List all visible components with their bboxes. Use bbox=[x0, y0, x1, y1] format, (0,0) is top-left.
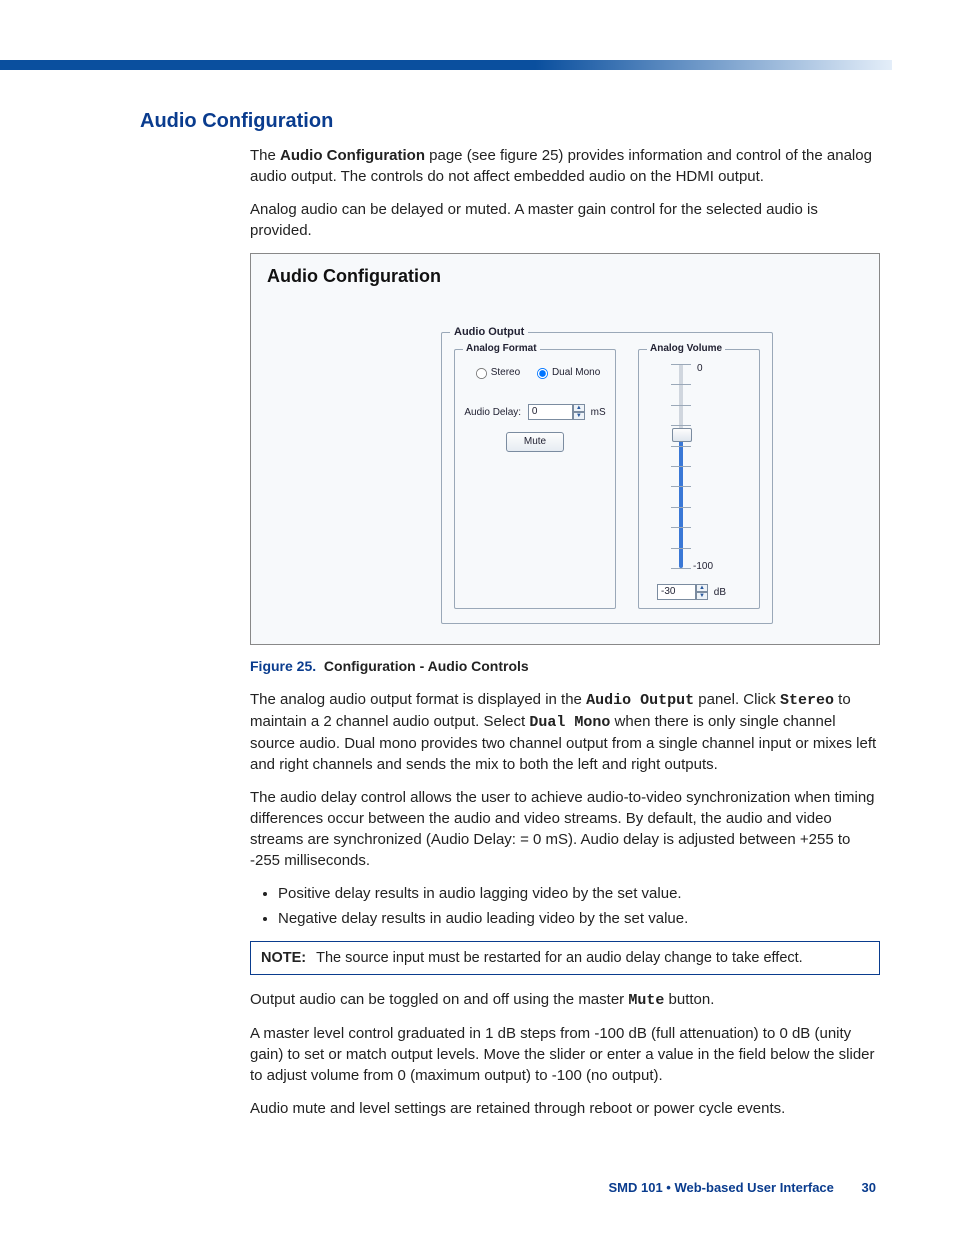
list-item: Positive delay results in audio lagging … bbox=[278, 883, 880, 904]
intro-paragraph-1: The Audio Configuration page (see figure… bbox=[250, 145, 880, 187]
slider-thumb[interactable] bbox=[672, 428, 692, 442]
volume-min-label: -100 bbox=[693, 560, 713, 574]
text: Output audio can be toggled on and off u… bbox=[250, 991, 628, 1008]
volume-slider[interactable] bbox=[661, 364, 701, 568]
note-box: NOTE: The source input must be restarted … bbox=[250, 941, 880, 975]
paragraph-delay: The audio delay control allows the user … bbox=[250, 787, 880, 871]
slider-ticks bbox=[671, 364, 691, 568]
header-bar bbox=[0, 60, 892, 70]
volume-input[interactable]: -30 bbox=[657, 584, 696, 600]
page-footer: SMD 101 • Web-based User Interface 30 bbox=[609, 1180, 877, 1195]
audio-delay-row: Audio Delay: 0▲▼ mS bbox=[455, 404, 615, 420]
audio-delay-stepper[interactable]: ▲▼ bbox=[573, 404, 585, 420]
paragraph-level: A master level control graduated in 1 dB… bbox=[250, 1023, 880, 1086]
mono-text: Mute bbox=[628, 992, 664, 1009]
note-text: The source input must be restarted for a… bbox=[316, 950, 803, 966]
figure-number: Figure 25. bbox=[250, 658, 316, 674]
list-item: Negative delay results in audio leading … bbox=[278, 908, 880, 929]
delay-bullets: Positive delay results in audio lagging … bbox=[250, 883, 880, 929]
analog-volume-label: Analog Volume bbox=[647, 342, 725, 356]
page-number: 30 bbox=[862, 1180, 876, 1195]
text: The bbox=[250, 147, 280, 164]
audio-config-screenshot: Audio Configuration Audio Output Analog … bbox=[250, 253, 880, 645]
radio-stereo[interactable]: Stereo bbox=[470, 367, 520, 378]
analog-volume-group: Analog Volume 0 bbox=[638, 349, 760, 609]
paragraph-format: The analog audio output format is displa… bbox=[250, 689, 880, 775]
section-heading: Audio Configuration bbox=[140, 110, 880, 133]
chevron-down-icon[interactable]: ▼ bbox=[573, 412, 585, 420]
mono-text: Audio Output bbox=[586, 692, 694, 709]
paragraph-mute: Output audio can be toggled on and off u… bbox=[250, 989, 880, 1011]
mute-button[interactable]: Mute bbox=[506, 432, 564, 452]
mono-text: Stereo bbox=[780, 692, 834, 709]
figure-title: Configuration - Audio Controls bbox=[324, 658, 529, 674]
group-label: Audio Output bbox=[450, 325, 528, 340]
format-radios: Stereo Dual Mono bbox=[455, 364, 615, 380]
audio-delay-unit: mS bbox=[591, 407, 606, 418]
radio-dualmono[interactable]: Dual Mono bbox=[531, 367, 600, 378]
analog-format-group: Analog Format Stereo Dual Mono Audio Del… bbox=[454, 349, 616, 609]
text: The analog audio output format is displa… bbox=[250, 691, 586, 708]
mono-text: Dual Mono bbox=[529, 714, 610, 731]
bold-text: Audio Configuration bbox=[280, 147, 425, 164]
radio-stereo-input[interactable] bbox=[476, 368, 487, 379]
audio-delay-input[interactable]: 0 bbox=[528, 404, 573, 420]
radio-stereo-label: Stereo bbox=[491, 367, 520, 378]
audio-delay-label: Audio Delay: bbox=[464, 407, 521, 418]
volume-stepper[interactable]: ▲▼ bbox=[696, 584, 708, 600]
radio-dualmono-input[interactable] bbox=[537, 368, 548, 379]
chevron-up-icon[interactable]: ▲ bbox=[573, 404, 585, 412]
audio-output-group: Audio Output Analog Format Stereo Dual M… bbox=[441, 332, 773, 624]
text: button. bbox=[664, 991, 714, 1008]
figure-caption: Figure 25. Configuration - Audio Control… bbox=[250, 657, 880, 677]
chevron-down-icon[interactable]: ▼ bbox=[696, 592, 708, 600]
note-label: NOTE: bbox=[261, 950, 306, 966]
volume-value-row: -30▲▼ dB bbox=[657, 584, 726, 600]
analog-format-label: Analog Format bbox=[463, 342, 540, 356]
radio-dualmono-label: Dual Mono bbox=[552, 367, 600, 378]
footer-text: SMD 101 • Web-based User Interface bbox=[609, 1180, 834, 1195]
intro-paragraph-2: Analog audio can be delayed or muted. A … bbox=[250, 199, 880, 241]
panel-title: Audio Configuration bbox=[267, 264, 441, 289]
chevron-up-icon[interactable]: ▲ bbox=[696, 584, 708, 592]
volume-unit: dB bbox=[714, 587, 726, 598]
text: panel. Click bbox=[694, 691, 780, 708]
paragraph-retain: Audio mute and level settings are retain… bbox=[250, 1098, 880, 1119]
